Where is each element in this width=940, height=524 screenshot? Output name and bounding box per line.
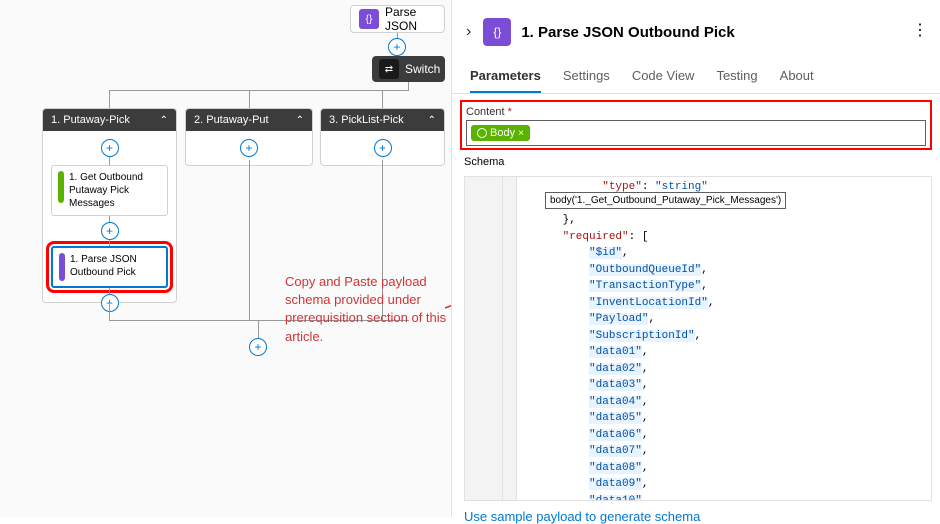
node-label: Switch bbox=[405, 62, 440, 76]
panel-title: 1. Parse JSON Outbound Pick bbox=[521, 24, 734, 41]
braces-icon: {} bbox=[359, 9, 379, 29]
fold-gutter bbox=[503, 177, 517, 500]
annotation-text: Copy and Paste payload schema provided u… bbox=[285, 273, 450, 346]
connector-line bbox=[109, 90, 110, 108]
connector-line bbox=[258, 320, 259, 340]
add-action-button[interactable]: + bbox=[249, 338, 267, 356]
card-get-outbound[interactable]: 1. Get Outbound Putaway Pick Messages bbox=[51, 165, 168, 216]
remove-chip-icon[interactable]: × bbox=[518, 128, 524, 139]
connector-line bbox=[408, 82, 409, 90]
detail-panel: › {} 1. Parse JSON Outbound Pick ⋮ Param… bbox=[451, 0, 940, 517]
content-section-highlight: Content * Body × bbox=[460, 100, 932, 150]
body-token-chip[interactable]: Body × bbox=[471, 125, 530, 141]
connector-line bbox=[249, 90, 250, 108]
content-label: Content * bbox=[466, 106, 926, 118]
code-content[interactable]: "type": "string" } }, "required": [ "$id… bbox=[517, 177, 931, 500]
add-action-button[interactable]: + bbox=[240, 139, 258, 157]
case-label: 3. PickList-Pick bbox=[329, 114, 404, 126]
add-action-button[interactable]: + bbox=[101, 139, 119, 157]
line-number-gutter bbox=[465, 177, 503, 500]
panel-header: › {} 1. Parse JSON Outbound Pick bbox=[452, 0, 940, 60]
tab-code-view[interactable]: Code View bbox=[632, 60, 695, 93]
case-picklist-pick[interactable]: 3. PickList-Pick ⌃ + bbox=[320, 108, 445, 166]
card-label: 1. Get Outbound Putaway Pick Messages bbox=[69, 171, 161, 210]
more-menu-button[interactable]: ⋮ bbox=[912, 20, 928, 40]
case-label: 1. Putaway-Pick bbox=[51, 114, 130, 126]
node-label: Parse JSON bbox=[385, 5, 436, 33]
node-parse-json[interactable]: {} Parse JSON bbox=[350, 5, 445, 33]
switch-icon: ⇄ bbox=[379, 59, 399, 79]
case-putaway-put[interactable]: 2. Putaway-Put ⌃ + bbox=[185, 108, 313, 166]
case-body: + 1. Get Outbound Putaway Pick Messages … bbox=[43, 131, 176, 320]
case-header[interactable]: 1. Putaway-Pick ⌃ bbox=[43, 109, 176, 131]
card-label: 1. Parse JSON Outbound Pick bbox=[70, 253, 160, 279]
chip-label: Body bbox=[490, 127, 515, 139]
content-input[interactable]: Body × bbox=[466, 120, 926, 146]
add-action-button[interactable]: + bbox=[374, 139, 392, 157]
schema-label: Schema bbox=[464, 154, 509, 168]
card-parse-json-outbound-selected[interactable]: 1. Parse JSON Outbound Pick bbox=[51, 246, 168, 288]
case-header[interactable]: 3. PickList-Pick ⌃ bbox=[321, 109, 444, 131]
chevron-up-icon[interactable]: ⌃ bbox=[160, 115, 168, 126]
chevron-up-icon[interactable]: ⌃ bbox=[296, 115, 304, 126]
add-action-button[interactable]: + bbox=[388, 38, 406, 56]
expression-tooltip: body('1._Get_Outbound_Putaway_Pick_Messa… bbox=[545, 192, 786, 209]
connector-line bbox=[109, 157, 110, 165]
add-action-button[interactable]: + bbox=[101, 222, 119, 240]
tabs: Parameters Settings Code View Testing Ab… bbox=[452, 60, 940, 94]
connector-line bbox=[382, 90, 383, 108]
chevron-up-icon[interactable]: ⌃ bbox=[428, 115, 436, 126]
tab-parameters[interactable]: Parameters bbox=[470, 60, 541, 93]
connector-line bbox=[109, 90, 409, 91]
data-icon bbox=[58, 171, 64, 203]
braces-icon: {} bbox=[483, 18, 511, 46]
connector-line bbox=[249, 160, 250, 320]
case-putaway-pick[interactable]: 1. Putaway-Pick ⌃ + 1. Get Outbound Puta… bbox=[42, 108, 177, 303]
schema-code-editor[interactable]: "type": "string" } }, "required": [ "$id… bbox=[464, 176, 932, 501]
schema-row: Schema body('1._Get_Outbound_Putaway_Pic… bbox=[464, 154, 932, 168]
node-switch[interactable]: ⇄ Switch bbox=[372, 56, 445, 82]
tab-settings[interactable]: Settings bbox=[563, 60, 610, 93]
back-button[interactable]: › bbox=[466, 23, 471, 41]
token-icon bbox=[477, 128, 487, 138]
case-label: 2. Putaway-Put bbox=[194, 114, 269, 126]
braces-icon bbox=[59, 253, 65, 281]
connector-line bbox=[109, 240, 110, 246]
tab-testing[interactable]: Testing bbox=[716, 60, 757, 93]
workflow-canvas[interactable]: {} Parse JSON + ⇄ Switch 1. Putaway-Pick… bbox=[0, 0, 450, 517]
case-header[interactable]: 2. Putaway-Put ⌃ bbox=[186, 109, 312, 131]
connector-line bbox=[109, 303, 110, 321]
tab-about[interactable]: About bbox=[780, 60, 814, 93]
